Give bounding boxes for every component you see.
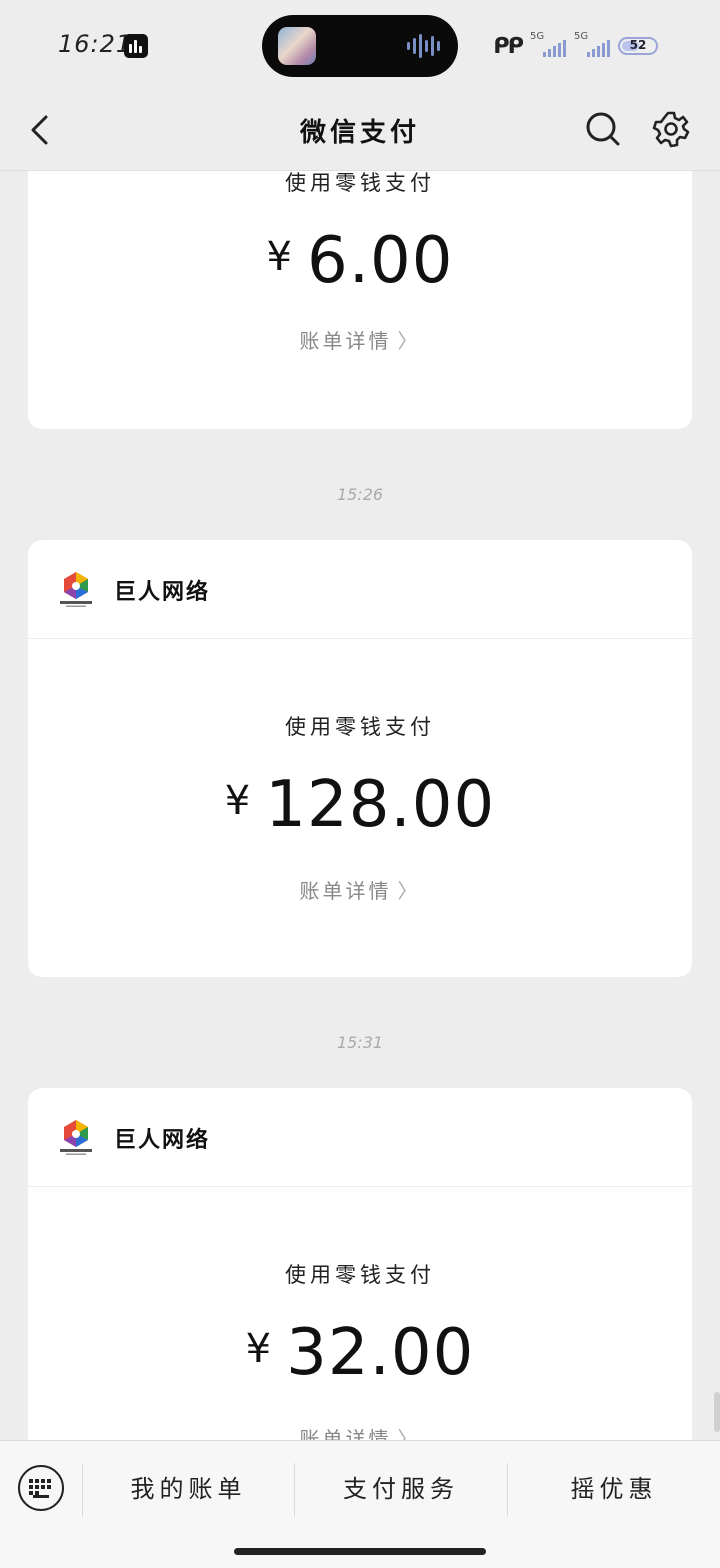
bill-details-link[interactable]: 账单详情〉 [28, 1423, 692, 1440]
chevron-right-icon: 〉 [397, 879, 421, 903]
now-playing-artwork [278, 27, 316, 65]
amount-value: 6.00 [306, 224, 454, 298]
chevron-right-icon: 〉 [397, 329, 421, 353]
status-bar: 16:21 ᑭᑭ 5G 5G 52 [0, 0, 720, 92]
system-status-icons: ᑭᑭ 5G 5G 52 [493, 30, 658, 62]
audio-waveform-icon [407, 33, 440, 59]
payment-card-body: 使用零钱支付 ¥32.00 账单详情〉 [28, 1187, 692, 1440]
signal-icon: 5G [530, 31, 566, 59]
merchant-name: 巨人网络 [114, 1128, 211, 1153]
currency-symbol: ¥ [245, 1326, 273, 1372]
payment-amount: ¥6.00 [28, 229, 692, 293]
bill-details-label: 账单详情 [299, 1427, 392, 1440]
message-timestamp: 15:31 [336, 1033, 384, 1052]
keyboard-icon [29, 1479, 53, 1495]
settings-button[interactable] [652, 110, 690, 148]
bill-details-label: 账单详情 [299, 329, 392, 353]
payment-amount: ¥32.00 [28, 1321, 692, 1385]
scrollbar[interactable] [714, 1392, 720, 1432]
app-notification-icon [124, 34, 148, 58]
payment-method-label: 使用零钱支付 [285, 171, 435, 195]
keyboard-toggle-button[interactable] [18, 1465, 64, 1511]
search-icon [586, 112, 620, 146]
payment-card-body: 使用零钱支付 ¥128.00 账单详情〉 [28, 639, 692, 977]
merchant-header[interactable]: 巨人网络 [28, 540, 692, 639]
earbuds-icon: ᑭᑭ [493, 33, 524, 59]
payment-amount: ¥128.00 [28, 773, 692, 837]
payment-card: 巨人网络 使用零钱支付 ¥32.00 账单详情〉 [28, 1088, 692, 1440]
payment-card-body: 使用零钱支付 ¥6.00 账单详情〉 [28, 171, 692, 429]
currency-symbol: ¥ [266, 234, 293, 280]
payment-method-label: 使用零钱支付 [285, 1263, 435, 1287]
payment-card: 使用零钱支付 ¥6.00 账单详情〉 [28, 171, 692, 429]
nav-bar: 微信支付 [0, 92, 720, 171]
menu-shake-offers[interactable]: 摇优惠 [508, 1441, 720, 1537]
currency-symbol: ¥ [224, 778, 252, 824]
message-timestamp: 15:26 [336, 485, 384, 504]
dynamic-island[interactable] [262, 15, 458, 77]
bill-details-link[interactable]: 账单详情〉 [28, 875, 692, 904]
search-button[interactable] [584, 110, 622, 148]
payment-card: 巨人网络 使用零钱支付 ¥128.00 账单详情〉 [28, 540, 692, 977]
transaction-feed[interactable]: 使用零钱支付 ¥6.00 账单详情〉 15:26 巨人网络 使用零钱支付 ¥ 1… [0, 171, 720, 1440]
payment-method-label: 使用零钱支付 [285, 715, 435, 739]
status-time: 16:21 [58, 30, 133, 58]
giant-network-logo [60, 572, 92, 607]
home-indicator[interactable] [234, 1548, 486, 1555]
merchant-name: 巨人网络 [114, 580, 211, 605]
battery-percentage: 52 [629, 38, 647, 52]
amount-value: 32.00 [286, 1316, 475, 1390]
menu-payment-services[interactable]: 支付服务 [295, 1441, 507, 1537]
bill-details-label: 账单详情 [299, 879, 392, 903]
bill-details-link[interactable]: 账单详情〉 [28, 325, 692, 354]
chevron-right-icon: 〉 [397, 1427, 421, 1440]
gear-icon [652, 111, 690, 148]
signal-icon: 5G [574, 31, 610, 59]
merchant-header[interactable]: 巨人网络 [28, 1088, 692, 1187]
menu-my-bills[interactable]: 我的账单 [83, 1441, 294, 1537]
battery-icon: 52 [618, 37, 658, 55]
amount-value: 128.00 [265, 768, 496, 842]
giant-network-logo [60, 1120, 92, 1155]
